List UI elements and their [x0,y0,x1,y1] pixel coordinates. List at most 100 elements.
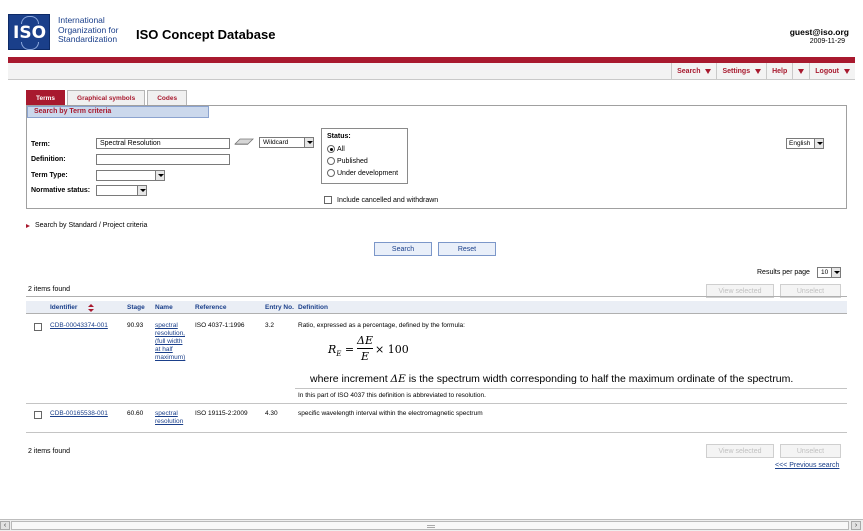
view-selected-button[interactable]: View selected [706,444,774,458]
items-found-count: 2 items found [28,286,71,293]
formula-lhs: RE = [328,343,354,358]
tab-codes[interactable]: Codes [147,90,188,105]
column-header-entry-no[interactable]: Entry No. [265,304,294,311]
search-button[interactable]: Search [374,242,432,256]
language-value: English [789,140,811,147]
standard-criteria-link[interactable]: Search by Standard / Project criteria [26,222,147,229]
results-per-page-value: 10 [821,269,829,276]
page-title: ISO Concept Database [136,27,276,42]
stage-value: 60.60 [127,410,144,417]
status-option-label: Published [337,157,368,165]
clear-eraser-icon[interactable] [233,138,255,146]
column-header-reference[interactable]: Reference [195,304,226,311]
column-header-identifier[interactable]: Identifier [50,304,77,311]
menu-settings[interactable]: Settings [716,63,766,80]
results-per-page-select[interactable]: 10 [817,267,841,278]
grid-top-border [26,296,847,297]
unselect-button[interactable]: Unselect [780,444,841,458]
menu-search[interactable]: Search [671,63,716,80]
logo-text: ISO [13,23,47,43]
definition-text: Ratio, expressed as a percentage, define… [298,322,465,329]
term-name-link[interactable]: spectral resolution, (full width at half… [155,322,197,362]
normative-status-select[interactable] [96,185,147,196]
definition-text: specific wavelength interval within the … [298,410,483,417]
table-header [26,301,847,314]
radio-button[interactable] [327,157,335,165]
term-name-link[interactable]: spectral resolution [155,410,197,426]
term-label: Term: [31,141,50,148]
scroll-right-arrow-icon[interactable]: › [851,521,861,530]
row-select-checkbox[interactable] [34,411,42,419]
chevron-down-icon [831,268,840,277]
reference-value: ISO 4037-1:1996 [195,322,245,329]
status-option-all[interactable]: All [327,145,345,153]
menu-help-dropdown[interactable] [792,63,809,80]
standard-criteria-label: Search by Standard / Project criteria [35,222,148,229]
tab-graphical-symbols[interactable]: Graphical symbols [67,90,146,105]
horizontal-scrollbar[interactable]: ‹ › [0,519,863,531]
menu-search-label: Search [677,68,701,75]
previous-search-link[interactable]: <<< Previous search [775,462,839,469]
formula-fraction: ΔE E [357,334,373,363]
chevron-down-icon [304,138,313,147]
column-header-name[interactable]: Name [155,304,173,311]
menu-logout-label: Logout [815,68,839,75]
include-cancelled-checkbox[interactable] [324,196,332,204]
reset-button[interactable]: Reset [438,242,496,256]
user-email: guest@iso.org [789,27,849,37]
match-mode-select[interactable]: Wildcard [259,137,314,148]
menu-bar: Search Settings Help Logout [8,63,855,80]
scroll-grip-icon [427,525,435,528]
reference-value: ISO 19115-2:2009 [195,410,248,417]
term-name-line: at half [155,346,173,353]
include-cancelled-option[interactable]: Include cancelled and withdrawn [324,196,438,204]
formula-denominator: E [360,350,370,363]
menu-help[interactable]: Help [766,63,792,80]
stage-value: 90.93 [127,322,144,329]
tab-terms[interactable]: Terms [26,90,66,105]
status-title: Status: [327,133,351,140]
column-header-definition[interactable]: Definition [298,304,328,311]
language-select[interactable]: English [786,138,824,149]
page-header: ISO International Organization for Stand… [0,0,863,56]
radio-button[interactable] [327,169,335,177]
row-select-checkbox[interactable] [34,323,42,331]
identifier-link[interactable]: CDB-00043374-001 [50,322,108,330]
scrollbar-thumb[interactable] [11,521,849,530]
expand-triangle-icon [26,223,30,228]
status-option-published[interactable]: Published [327,157,368,165]
scroll-left-arrow-icon[interactable]: ‹ [0,521,10,530]
chevron-down-icon [814,139,823,148]
dropdown-triangle-icon [705,69,712,74]
column-header-stage[interactable]: Stage [127,304,145,311]
note-divider [295,388,847,389]
menu-logout[interactable]: Logout [809,63,855,80]
term-input[interactable]: Spectral Resolution [96,138,230,149]
explanation-text: is the spectrum width corresponding to h… [405,373,794,385]
iso-logo[interactable]: ISO [8,14,50,50]
formula-subscript: E [336,350,342,359]
radio-button[interactable] [327,145,335,153]
match-mode-value: Wildcard [263,139,289,146]
organization-name: International Organization for Standardi… [58,15,118,45]
top-menu: Search Settings Help Logout [671,63,855,80]
definition-label: Definition: [31,156,66,163]
definition-explanation: where increment ΔE is the spectrum width… [310,373,793,385]
definition-input[interactable] [96,154,230,165]
explanation-variable: ΔE [390,373,406,385]
dropdown-triangle-icon [844,69,850,74]
formula-equals: = [344,343,355,356]
status-option-under-development[interactable]: Under development [327,169,398,177]
term-type-select[interactable] [96,170,165,181]
chevron-down-icon [155,171,164,180]
dropdown-triangle-icon [798,69,805,74]
formula-multiplier: × 100 [375,343,409,356]
identifier-link[interactable]: CDB-00165538-001 [50,410,108,418]
panel-title: Search by Term criteria [27,106,209,118]
entry-no-value: 4.30 [265,410,278,417]
row-divider [26,432,847,433]
search-tabs: Terms Graphical symbols Codes [26,90,189,105]
org-line: Standardization [58,34,118,44]
explanation-text: where increment [310,373,391,385]
sort-icon[interactable] [88,304,94,312]
